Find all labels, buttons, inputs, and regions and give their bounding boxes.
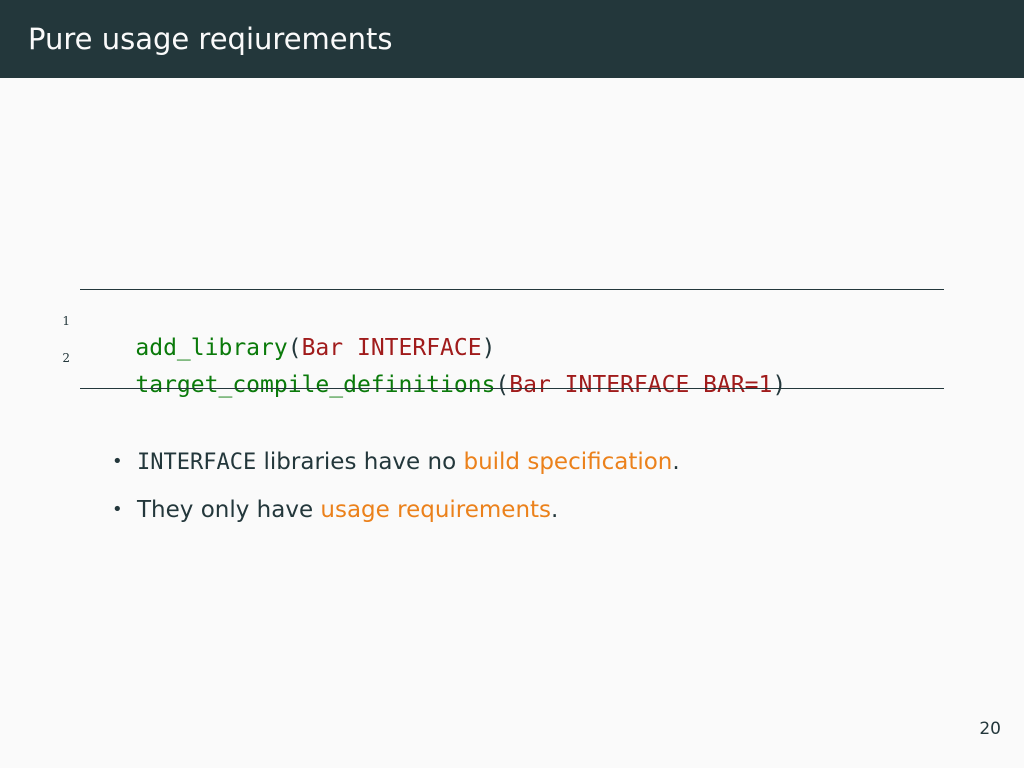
code-line-2: 2 target_compile_definitions(Bar INTERFAC… xyxy=(62,340,786,398)
bullet-punctuation: . xyxy=(672,449,680,475)
code-top-rule xyxy=(80,289,944,290)
highlighted-term: usage requirements xyxy=(320,497,552,523)
bullet-marker: • xyxy=(112,499,123,520)
bullet-text: libraries have no xyxy=(256,449,464,475)
code-open-paren: ( xyxy=(495,372,510,398)
bullet-marker: • xyxy=(112,451,123,472)
inline-code: INTERFACE xyxy=(137,450,257,475)
bullet-item: • They only have usage requirements. xyxy=(112,492,680,532)
bullet-item: • INTERFACE libraries have no build speci… xyxy=(112,444,680,484)
code-close-paren: ) xyxy=(772,372,787,398)
code-arguments: Bar INTERFACE BAR=1 xyxy=(509,372,773,398)
bullet-text: They only have xyxy=(137,497,321,523)
code-line-1: 1 add_library(Bar INTERFACE) xyxy=(62,303,495,361)
code-function: target_compile_definitions xyxy=(135,372,496,398)
code-listing: 1 add_library(Bar INTERFACE) 2 target_comp… xyxy=(62,289,944,398)
slide-title: Pure usage reqiurements xyxy=(28,22,393,56)
highlighted-term: build specification xyxy=(463,449,673,475)
line-number: 2 xyxy=(62,351,70,365)
slide-header: Pure usage reqiurements xyxy=(0,0,1024,78)
page-number: 20 xyxy=(979,719,1001,739)
line-number: 1 xyxy=(62,314,70,328)
code-bottom-rule xyxy=(80,388,944,389)
bullet-punctuation: . xyxy=(551,497,559,523)
bullet-list: • INTERFACE libraries have no build speci… xyxy=(112,444,680,540)
